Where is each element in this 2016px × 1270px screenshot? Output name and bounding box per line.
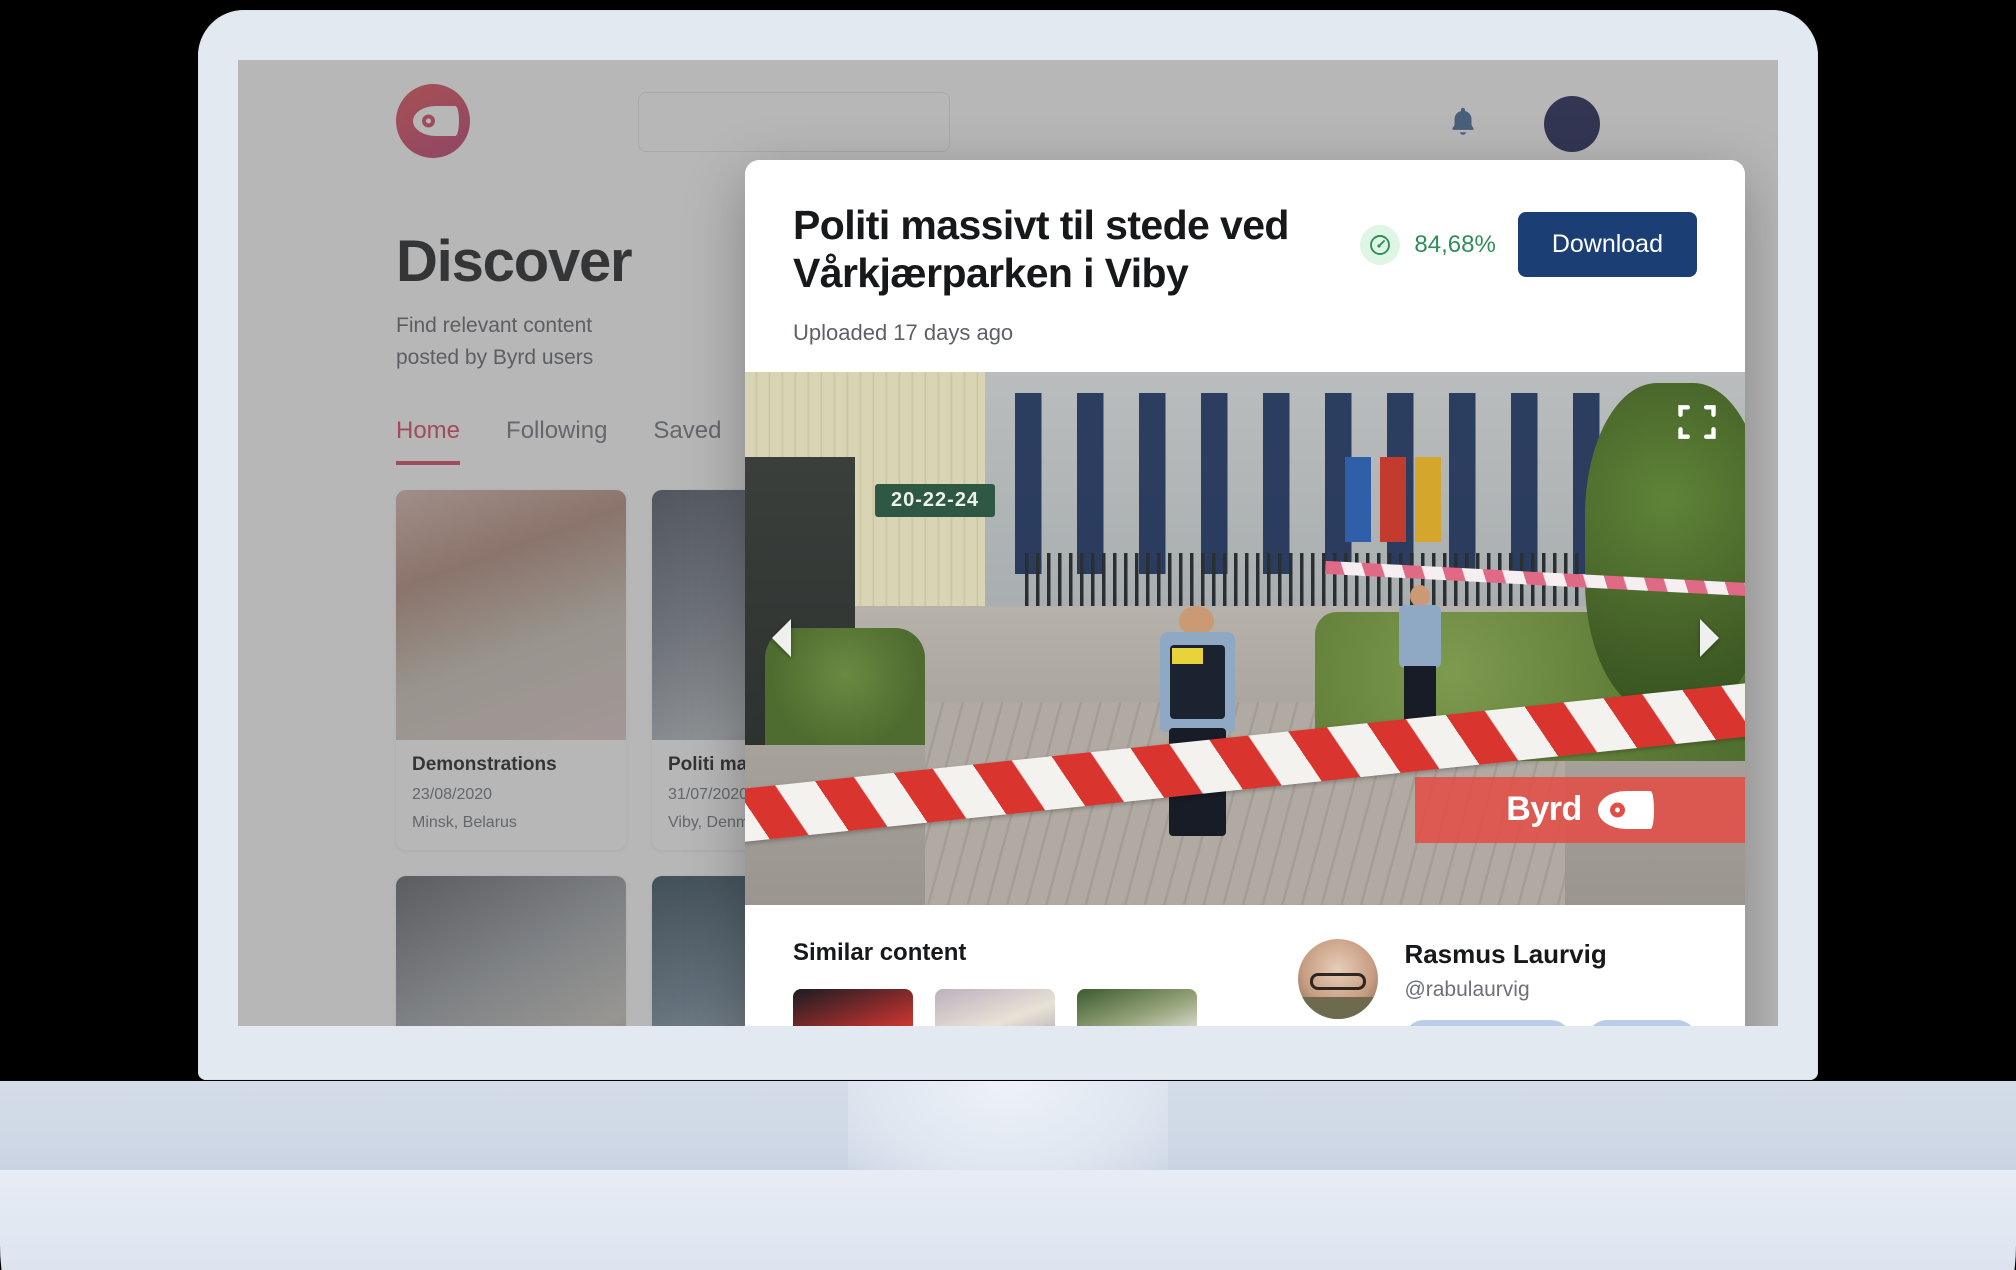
- building-number-sign: 20-22-24: [875, 483, 996, 517]
- next-media-button[interactable]: [1687, 611, 1731, 665]
- similar-content-heading: Similar content: [793, 938, 967, 966]
- laptop-screen: Discover Find relevant content posted by…: [238, 60, 1778, 1026]
- fullscreen-icon[interactable]: [1675, 400, 1719, 444]
- prev-media-button[interactable]: [759, 611, 803, 665]
- laptop-base: [0, 1170, 2016, 1270]
- chevron-left-icon: [771, 619, 791, 658]
- quality-score-value: 84,68%: [1414, 230, 1496, 258]
- quality-score: 84,68%: [1360, 224, 1496, 265]
- author-badges: PROFESSIONAL MEMBER OF PRESS: [1404, 1019, 1697, 1026]
- author-section: Rasmus Laurvig @rabulaurvig PROFESSIONAL…: [1298, 938, 1697, 1026]
- author-name: Rasmus Laurvig: [1404, 938, 1607, 969]
- watermark-text: Byrd: [1506, 790, 1582, 829]
- media-viewer[interactable]: 20-22-24 Byrd: [745, 371, 1745, 905]
- byrd-eye-icon: [1597, 790, 1654, 829]
- gauge-icon: [1360, 224, 1401, 265]
- badge-professional: PROFESSIONAL: [1404, 1019, 1572, 1026]
- screenshot-root: Discover Find relevant content posted by…: [0, 0, 2016, 1270]
- author-avatar[interactable]: [1298, 938, 1379, 1019]
- modal-header: Politi massivt til stede ved Vårkjærpark…: [745, 160, 1745, 372]
- modal-title: Politi massivt til stede ved Vårkjærpark…: [793, 202, 1289, 296]
- similar-thumbnail[interactable]: [935, 988, 1055, 1026]
- modal-uploaded-date: Uploaded 17 days ago: [793, 319, 1014, 345]
- similar-content-section: Similar content: [793, 939, 1250, 1026]
- modal-footer: Similar content Rasmus Laurvig @rabulaur…: [745, 905, 1745, 1026]
- badge-member-of-press: MEMBER OF PRESS: [1587, 1019, 1697, 1026]
- content-detail-modal: Politi massivt til stede ved Vårkjærpark…: [745, 160, 1745, 1026]
- chevron-right-icon: [1699, 619, 1719, 658]
- byrd-watermark: Byrd: [1415, 776, 1745, 843]
- similar-thumbnail[interactable]: [1077, 988, 1197, 1026]
- download-button[interactable]: Download: [1517, 212, 1697, 277]
- similar-thumbnail[interactable]: [793, 988, 913, 1026]
- author-handle: @rabulaurvig: [1404, 977, 1530, 1001]
